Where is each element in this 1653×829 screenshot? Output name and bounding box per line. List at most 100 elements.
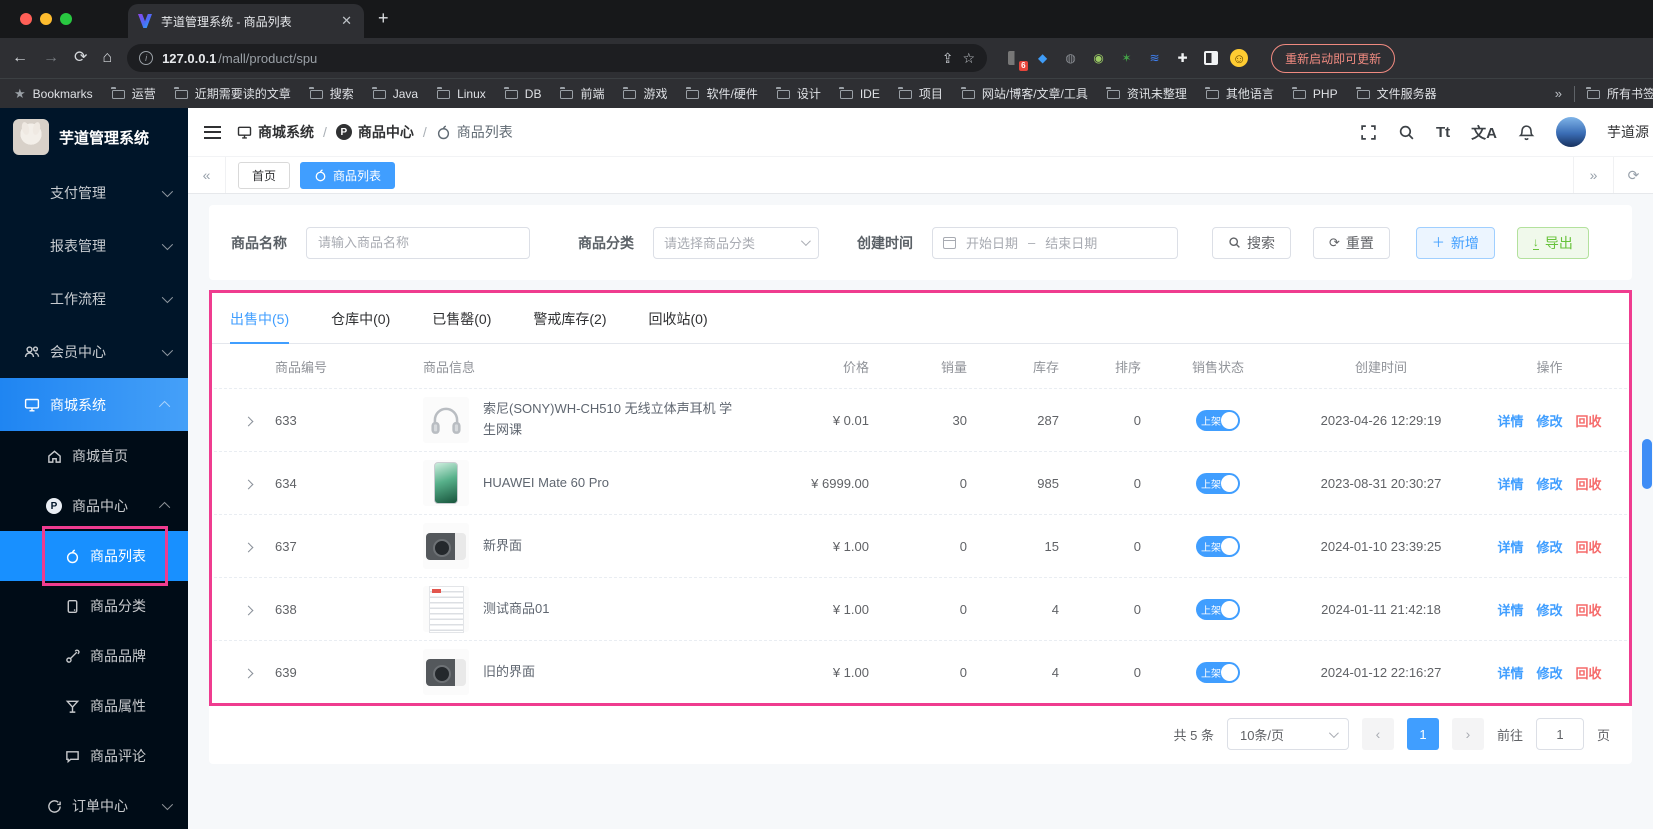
breadcrumb-mall-system[interactable]: 商城系统	[237, 122, 314, 142]
recycle-link[interactable]: 回收	[1576, 411, 1602, 430]
home-button[interactable]: ⌂	[102, 50, 112, 66]
bookmark-folder[interactable]: 软件/硬件	[685, 85, 758, 102]
search-button[interactable]: 搜索	[1212, 226, 1291, 259]
page-size-select[interactable]: 10条/页	[1226, 718, 1349, 750]
tab-stock-alert[interactable]: 警戒库存(2)	[533, 309, 606, 343]
sidebar-item-product-comment[interactable]: 商品评论	[0, 731, 188, 781]
export-button[interactable]: ↓ 导出	[1516, 226, 1589, 259]
current-page-button[interactable]: 1	[1406, 718, 1439, 750]
profile-avatar-icon[interactable]: ☺	[1230, 49, 1249, 67]
bookmark-folder[interactable]: 前端	[559, 85, 604, 102]
bookmark-folder[interactable]: IDE	[839, 87, 880, 101]
recycle-link[interactable]: 回收	[1576, 600, 1602, 619]
tags-scroll-right-button[interactable]: »	[1573, 157, 1613, 193]
tag-product-list[interactable]: 商品列表	[300, 161, 396, 189]
sidebar-item-product-center[interactable]: P 商品中心	[0, 481, 188, 531]
detail-link[interactable]: 详情	[1497, 411, 1523, 430]
recycle-link[interactable]: 回收	[1576, 537, 1602, 556]
app-logo[interactable]: 芋道管理系统	[0, 108, 188, 166]
all-bookmarks-button[interactable]: 所有书签	[1586, 85, 1653, 102]
share-icon[interactable]: ⇪	[942, 50, 954, 67]
bookmark-folder[interactable]: 文件服务器	[1356, 85, 1437, 102]
scrollbar-thumb[interactable]	[1642, 439, 1652, 489]
address-bar[interactable]: i 127.0.0.1 /mall/product/spu ⇪ ☆	[127, 44, 988, 72]
search-icon[interactable]	[1398, 124, 1415, 141]
reset-button[interactable]: ⟳ 重置	[1313, 226, 1390, 259]
sidebar-item-product-list[interactable]: 商品列表	[0, 526, 188, 586]
tab-on-sale[interactable]: 出售中(5)	[230, 309, 290, 344]
collapse-sidebar-icon[interactable]	[204, 125, 221, 139]
row-expand-icon[interactable]	[243, 542, 254, 552]
add-button[interactable]: ＋ 新增	[1415, 226, 1495, 259]
edit-link[interactable]: 修改	[1536, 600, 1562, 619]
status-toggle[interactable]: 上架	[1196, 535, 1240, 557]
row-expand-icon[interactable]	[243, 668, 254, 678]
product-name-input[interactable]	[306, 226, 530, 259]
extensions-puzzle-icon[interactable]: ✚	[1174, 50, 1191, 67]
edit-link[interactable]: 修改	[1536, 537, 1562, 556]
edit-link[interactable]: 修改	[1536, 411, 1562, 430]
edit-link[interactable]: 修改	[1536, 663, 1562, 682]
bookmark-folder[interactable]: 游戏	[622, 85, 667, 102]
bookmark-folder[interactable]: 搜索	[309, 85, 354, 102]
tab-in-warehouse[interactable]: 仓库中(0)	[331, 309, 390, 343]
extension-star-icon[interactable]: ✶	[1118, 50, 1135, 67]
sidebar-item-workflow[interactable]: 工作流程	[0, 272, 188, 325]
detail-link[interactable]: 详情	[1497, 663, 1523, 682]
close-window-button[interactable]	[20, 13, 32, 25]
relaunch-to-update-button[interactable]: 重新启动即可更新	[1271, 43, 1396, 73]
bookmark-folder[interactable]: PHP	[1292, 87, 1338, 101]
bookmark-folder[interactable]: Java	[372, 87, 418, 101]
split-screen-icon[interactable]	[1202, 50, 1219, 67]
sidebar-item-payment[interactable]: 支付管理	[0, 166, 188, 219]
status-toggle[interactable]: 上架	[1196, 598, 1240, 620]
date-range-picker[interactable]: 开始日期 – 结束日期	[932, 226, 1178, 259]
sidebar-item-mall-home[interactable]: 商城首页	[0, 431, 188, 481]
bookmarks-root[interactable]: ★ Bookmarks	[14, 86, 93, 102]
extension-layers-icon[interactable]: ≋	[1146, 50, 1163, 67]
sidebar-item-mall-system[interactable]: 商城系统	[0, 378, 188, 431]
sidebar-item-report[interactable]: 报表管理	[0, 219, 188, 272]
tab-close-icon[interactable]: ✕	[339, 13, 354, 29]
sidebar-item-product-category[interactable]: 商品分类	[0, 581, 188, 631]
font-size-icon[interactable]: Tt	[1436, 124, 1450, 141]
bookmark-folder[interactable]: 其他语言	[1205, 85, 1274, 102]
bookmark-folder[interactable]: 近期需要读的文章	[174, 85, 291, 102]
browser-tab[interactable]: 芋道管理系统 - 商品列表 ✕	[128, 4, 364, 38]
recycle-link[interactable]: 回收	[1576, 474, 1602, 493]
sidebar-item-product-attr[interactable]: 商品属性	[0, 681, 188, 731]
status-toggle[interactable]: 上架	[1196, 472, 1240, 494]
detail-link[interactable]: 详情	[1497, 600, 1523, 619]
prev-page-button[interactable]: ‹	[1361, 718, 1394, 750]
tab-recycle-bin[interactable]: 回收站(0)	[649, 309, 708, 343]
reload-button[interactable]: ⟳	[74, 50, 87, 66]
row-expand-icon[interactable]	[243, 416, 254, 426]
bookmark-star-icon[interactable]: ☆	[963, 50, 976, 67]
tab-sold-out[interactable]: 已售罄(0)	[432, 309, 491, 343]
sidebar-item-order-center[interactable]: 订单中心	[0, 781, 188, 829]
goto-page-input[interactable]	[1535, 718, 1584, 750]
row-expand-icon[interactable]	[243, 479, 254, 489]
breadcrumb-product-center[interactable]: P 商品中心	[335, 122, 414, 142]
bookmark-folder[interactable]: 项目	[898, 85, 943, 102]
sidebar-item-member-center[interactable]: 会员中心	[0, 325, 188, 378]
status-toggle[interactable]: 上架	[1196, 409, 1240, 431]
recycle-link[interactable]: 回收	[1576, 663, 1602, 682]
row-expand-icon[interactable]	[243, 605, 254, 615]
back-button[interactable]: ←	[12, 50, 28, 66]
detail-link[interactable]: 详情	[1497, 537, 1523, 556]
maximize-window-button[interactable]	[60, 13, 72, 25]
forward-button[interactable]: →	[43, 50, 59, 66]
new-tab-button[interactable]: +	[378, 8, 389, 29]
bookmark-folder[interactable]: 运营	[111, 85, 156, 102]
extension-grid-icon[interactable]: 6	[1006, 50, 1029, 71]
product-category-select[interactable]: 请选择商品分类	[653, 226, 819, 259]
refresh-page-button[interactable]: ⟳	[1613, 157, 1653, 193]
notification-bell-icon[interactable]	[1518, 124, 1535, 141]
bookmark-folder[interactable]: DB	[504, 87, 541, 101]
language-icon[interactable]: 文A	[1471, 122, 1497, 143]
site-info-icon[interactable]: i	[139, 51, 154, 65]
user-avatar[interactable]	[1556, 117, 1586, 147]
sidebar-item-product-brand[interactable]: 商品品牌	[0, 631, 188, 681]
bookmark-folder[interactable]: 设计	[776, 85, 821, 102]
